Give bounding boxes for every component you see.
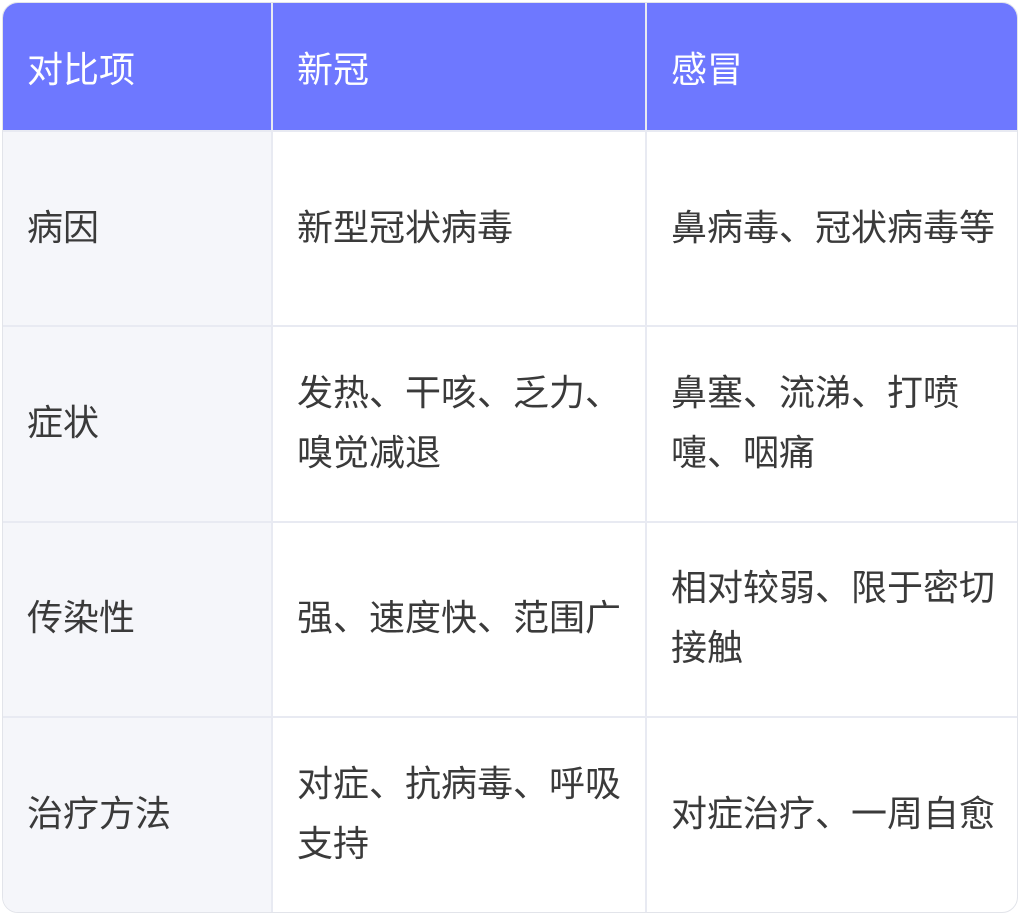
table-row: 治疗方法 对症、抗病毒、呼吸支持 对症治疗、一周自愈 bbox=[3, 716, 1017, 912]
comparison-table: 对比项 新冠 感冒 病因 新型冠状病毒 鼻病毒、冠状病毒等 症状 发热、干咳、乏… bbox=[3, 3, 1017, 912]
cold-cause-cell: 鼻病毒、冠状病毒等 bbox=[646, 131, 1017, 328]
row-label-cause: 病因 bbox=[3, 131, 273, 328]
covid-cause-cell: 新型冠状病毒 bbox=[272, 131, 647, 328]
comparison-table-container: 对比项 新冠 感冒 病因 新型冠状病毒 鼻病毒、冠状病毒等 症状 发热、干咳、乏… bbox=[2, 2, 1018, 913]
cold-treatment-cell: 对症治疗、一周自愈 bbox=[671, 793, 996, 835]
covid-treatment-cell: 对症、抗病毒、呼吸支持 bbox=[272, 716, 647, 912]
row-label-treatment: 治疗方法 bbox=[3, 716, 273, 912]
cold-symptoms-cell: 鼻塞、流涕、打喷嚏、咽痛 bbox=[646, 326, 1017, 523]
row-label-symptoms: 症状 bbox=[3, 326, 273, 523]
header-covid: 新冠 bbox=[272, 3, 647, 132]
covid-contagiousness-cell: 强、速度快、范围广 bbox=[272, 521, 647, 718]
header-compare-item: 对比项 bbox=[3, 3, 273, 132]
row-label-contagiousness: 传染性 bbox=[3, 521, 273, 718]
covid-symptoms-cell: 发热、干咳、乏力、嗅觉减退 bbox=[272, 326, 647, 523]
table-header-row: 对比项 新冠 感冒 bbox=[3, 3, 1017, 132]
table-row: 病因 新型冠状病毒 鼻病毒、冠状病毒等 bbox=[3, 131, 1017, 328]
cold-contagiousness-cell: 相对较弱、限于密切接触 bbox=[646, 521, 1017, 718]
table-row: 症状 发热、干咳、乏力、嗅觉减退 鼻塞、流涕、打喷嚏、咽痛 bbox=[3, 326, 1017, 523]
table-row: 传染性 强、速度快、范围广 相对较弱、限于密切接触 bbox=[3, 521, 1017, 718]
header-cold: 感冒 bbox=[646, 3, 1017, 132]
